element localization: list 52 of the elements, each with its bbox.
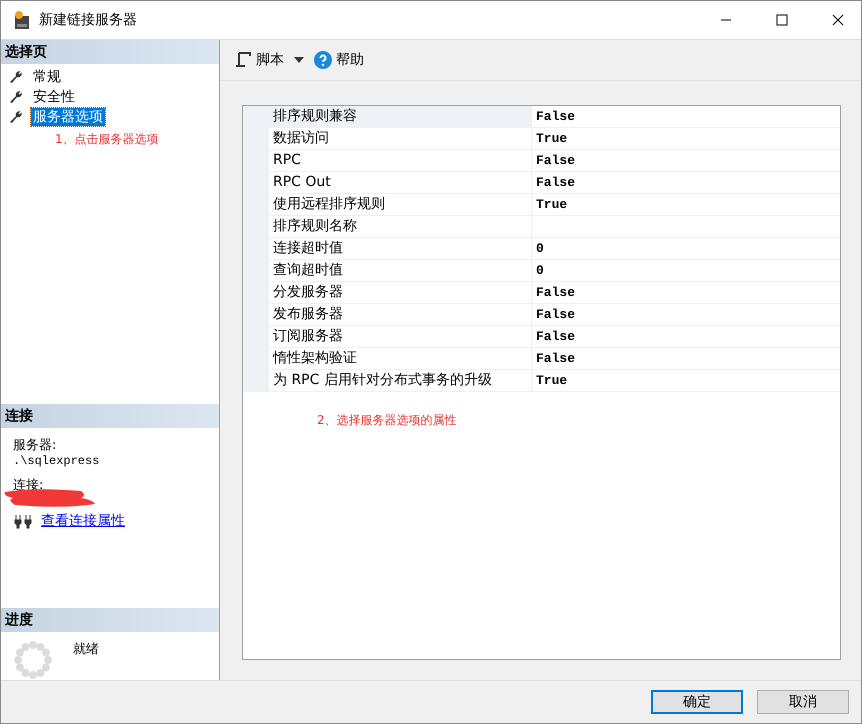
property-value[interactable]: True [532,370,840,391]
property-name[interactable]: 分发服务器 [269,282,532,303]
close-icon [832,14,844,26]
property-name[interactable]: RPC [269,150,532,171]
wrench-icon [9,90,23,104]
property-value[interactable]: False [532,304,840,325]
property-name[interactable]: 查询超时值 [269,260,532,281]
property-name[interactable]: 惰性架构验证 [269,348,532,369]
script-button[interactable]: 脚本 [230,51,288,69]
field-label: 服务器: [13,437,58,454]
property-value[interactable]: True [532,128,840,149]
caret-icon[interactable] [294,57,304,63]
section-header: 连接 [1,404,219,428]
annotation-text: 1、点击服务器选项 [55,131,160,148]
script-icon [234,51,252,69]
property-name[interactable]: 排序规则名称 [269,216,532,237]
property-value[interactable]: 0 [532,260,840,281]
section-header: 进度 [1,608,219,632]
property-name[interactable]: 发布服务器 [269,304,532,325]
property-name[interactable]: 连接超时值 [269,238,532,259]
sidebar-item[interactable]: 服务器选项 [31,108,105,126]
property-name[interactable]: 使用远程排序规则 [269,194,532,215]
section-header: 选择页 [1,40,219,64]
ok-button[interactable]: 确定 [651,690,743,714]
property-value[interactable]: False [532,282,840,303]
status-text: 就绪 [73,641,99,659]
property-name[interactable]: RPC Out [269,172,532,193]
window-title: 新建链接服务器 [39,11,138,29]
property-value[interactable]: True [532,194,840,215]
sidebar-item[interactable]: 安全性 [31,88,77,106]
property-value[interactable]: False [532,150,840,171]
property-value[interactable]: False [532,172,840,193]
property-name[interactable]: 数据访问 [269,128,532,149]
annotation-text: 2、选择服务器选项的属性 [317,412,458,429]
wrench-icon [9,110,23,124]
property-name[interactable]: 排序规则兼容 [269,106,532,127]
sidebar-item[interactable]: 常规 [31,68,63,86]
connection-link[interactable]: 查看连接属性 [41,512,125,530]
property-name[interactable]: 为 RPC 启用针对分布式事务的升级 [269,370,532,391]
property-value[interactable]: False [532,326,840,347]
property-value[interactable]: False [532,348,840,369]
maximize-icon [776,14,788,26]
property-value[interactable]: 0 [532,238,840,259]
help-button[interactable]: 帮助 [310,51,368,69]
server-name: .\sqlexpress [13,454,100,468]
cancel-button[interactable]: 取消 [757,690,849,714]
plug-icon [13,513,33,529]
property-name[interactable]: 订阅服务器 [269,326,532,347]
property-value[interactable]: False [532,106,840,127]
help-icon [314,51,332,69]
app-icon [13,10,31,30]
wrench-icon [9,70,23,84]
